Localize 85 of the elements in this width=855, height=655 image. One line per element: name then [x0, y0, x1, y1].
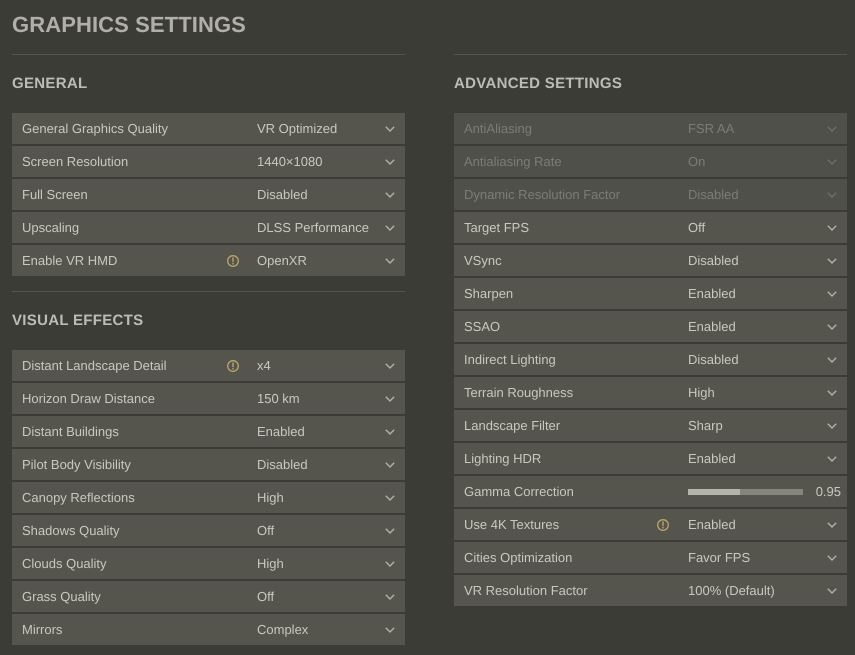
dropdown-button[interactable]: Disabled [688, 245, 837, 276]
setting-label: Use 4K Textures [464, 517, 560, 532]
caret-icon [827, 192, 837, 198]
caret-icon [385, 494, 395, 500]
caret-icon [827, 290, 837, 296]
setting-label: Horizon Draw Distance [22, 391, 156, 406]
caret-icon [385, 396, 395, 402]
setting-label: Distant Landscape Detail [22, 358, 168, 373]
caret-icon [827, 522, 837, 528]
dropdown-button[interactable]: Disabled [257, 179, 395, 210]
page-title: GRAPHICS SETTINGS [12, 11, 247, 39]
section-heading: ADVANCED SETTINGS [454, 74, 624, 94]
dropdown-button[interactable]: VR Optimized [257, 113, 395, 144]
dropdown-button[interactable]: Disabled [688, 344, 837, 375]
dropdown-button[interactable]: Off [257, 581, 395, 612]
setting-label: Distant Buildings [22, 424, 120, 439]
caret-icon [827, 158, 837, 164]
dropdown-button[interactable]: Enabled [257, 416, 395, 447]
dropdown-button[interactable]: Off [257, 515, 395, 546]
slider-track[interactable] [688, 488, 803, 494]
caret-icon [385, 158, 395, 164]
setting-label: Landscape Filter [464, 418, 562, 433]
setting-label: Pilot Body Visibility [22, 457, 132, 472]
setting-label: VSync [464, 253, 503, 268]
dropdown-button[interactable]: DLSS Performance [257, 212, 395, 243]
caret-icon [385, 224, 395, 230]
setting-label: Full Screen [22, 187, 89, 202]
caret-icon [827, 588, 837, 594]
dropdown-button[interactable]: Complex [257, 614, 395, 645]
dropdown-button[interactable]: Enabled [688, 311, 837, 342]
dropdown-button[interactable]: 1440×1080 [257, 146, 395, 177]
setting-label: Sharpen [464, 286, 514, 301]
dropdown-button[interactable]: Favor FPS [688, 542, 837, 573]
dropdown-button[interactable]: OpenXR [257, 245, 395, 276]
setting-label: Indirect Lighting [464, 352, 557, 367]
caret-icon [385, 192, 395, 198]
setting-label: Mirrors [22, 622, 64, 637]
section-heading: GENERAL [12, 74, 88, 94]
dropdown-button[interactable]: 100% (Default) [688, 575, 837, 606]
setting-label: SSAO [464, 319, 502, 334]
caret-icon [385, 428, 395, 434]
setting-label: Lighting HDR [464, 451, 542, 466]
dropdown-button[interactable]: Enabled [688, 509, 837, 540]
caret-icon [385, 560, 395, 566]
setting-label: Grass Quality [22, 589, 102, 604]
setting-label: Shadows Quality [22, 523, 121, 538]
dropdown-button[interactable]: 150 km [257, 383, 395, 414]
dropdown-button[interactable]: High [257, 548, 395, 579]
caret-icon [385, 258, 395, 264]
dropdown-button[interactable]: Sharp [688, 410, 837, 441]
setting-label: Clouds Quality [22, 556, 108, 571]
caret-icon [385, 362, 395, 368]
caret-icon [827, 258, 837, 264]
dropdown-button[interactable]: x4 [257, 350, 395, 381]
slider-reading: 0.95 [816, 484, 841, 499]
caret-icon [827, 422, 837, 428]
caret-icon [385, 462, 395, 468]
dropdown-button[interactable]: High [688, 377, 837, 408]
caret-icon [385, 626, 395, 632]
caret-icon [827, 126, 837, 132]
dropdown-button[interactable]: Off [688, 212, 837, 243]
dropdown-button[interactable]: Enabled [688, 278, 837, 309]
caret-icon [827, 224, 837, 230]
section-heading: VISUAL EFFECTS [12, 311, 144, 331]
setting-label: Gamma Correction [464, 484, 575, 499]
caret-icon [827, 390, 837, 396]
setting-label: Canopy Reflections [22, 490, 136, 505]
caret-icon [827, 456, 837, 462]
setting-label: General Graphics Quality [22, 121, 169, 136]
caret-icon [827, 324, 837, 330]
caret-icon [385, 126, 395, 132]
setting-label: Upscaling [22, 220, 80, 235]
dropdown-button[interactable]: High [257, 482, 395, 513]
caret-icon [385, 594, 395, 600]
setting-label: VR Resolution Factor [464, 583, 589, 598]
setting-label: Enable VR HMD [22, 253, 118, 268]
setting-label: Terrain Roughness [464, 385, 574, 400]
dropdown-button[interactable]: Enabled [688, 443, 837, 474]
dropdown-button[interactable]: Disabled [257, 449, 395, 480]
caret-icon [827, 554, 837, 560]
setting-label: Target FPS [464, 220, 530, 235]
setting-label: Cities Optimization [464, 550, 574, 565]
caret-icon [827, 356, 837, 362]
setting-label: Screen Resolution [22, 154, 130, 169]
caret-icon [385, 528, 395, 534]
